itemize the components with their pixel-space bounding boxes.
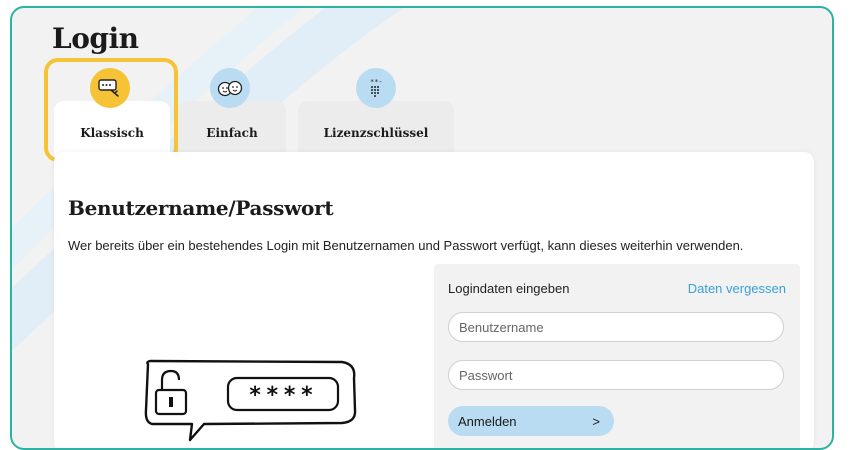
password-illustration: **** <box>142 356 372 448</box>
faces-icon <box>210 68 250 108</box>
login-button[interactable]: Anmelden > <box>448 406 614 436</box>
login-panel: Logindaten eingeben Daten vergessen Anme… <box>434 264 800 448</box>
active-tab-highlight <box>44 58 178 162</box>
username-input[interactable] <box>448 312 784 342</box>
forgot-data-link[interactable]: Daten vergessen <box>688 281 786 296</box>
content-card: Benutzername/Passwort Wer bereits über e… <box>54 152 814 448</box>
password-field-illustration: **** <box>226 376 340 412</box>
password-input[interactable] <box>448 360 784 390</box>
chevron-right-icon: > <box>592 413 600 429</box>
login-panel-title: Logindaten eingeben <box>448 281 570 296</box>
keypad-icon: **- <box>356 68 396 108</box>
page-title: Login <box>52 22 139 55</box>
login-button-label: Anmelden <box>458 413 517 429</box>
section-description: Wer bereits über ein bestehendes Login m… <box>68 238 744 253</box>
password-mask-text: **** <box>249 383 318 408</box>
section-heading: Benutzername/Passwort <box>68 196 334 220</box>
svg-text:**-: **- <box>370 78 383 86</box>
login-frame: Login Klassisch Einfach Lizenzschlüssel … <box>10 6 834 450</box>
